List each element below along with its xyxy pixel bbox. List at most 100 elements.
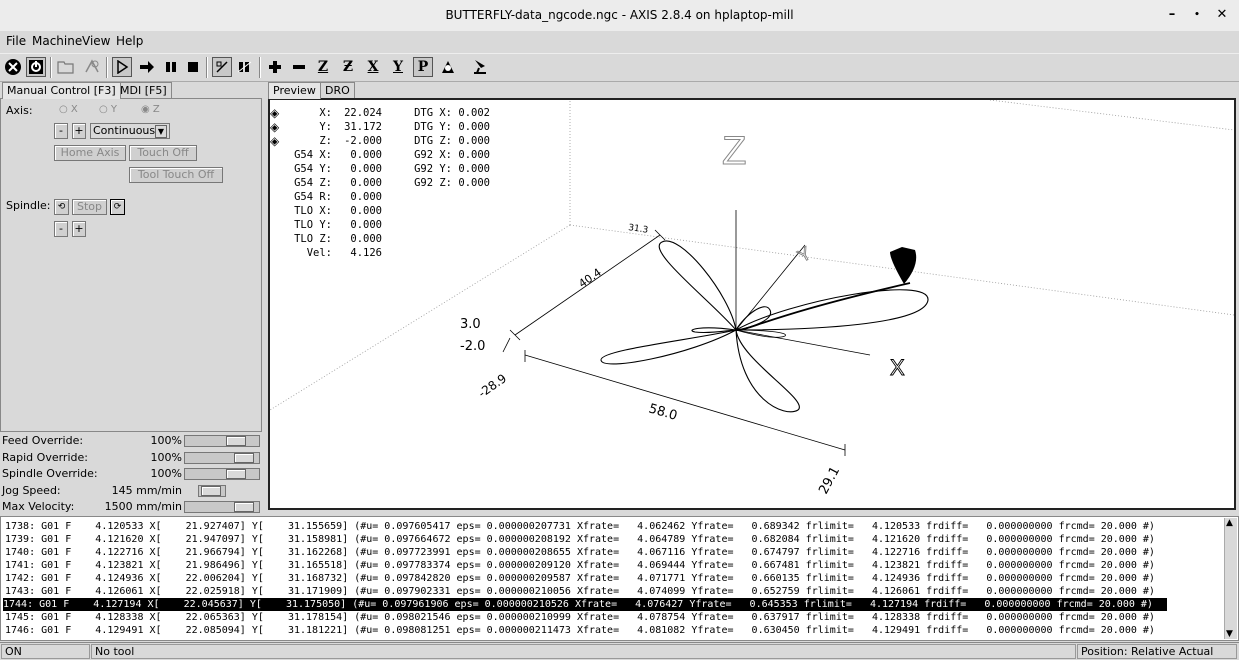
view-x-icon[interactable]: X [363,57,383,77]
slider-handle[interactable] [234,502,254,512]
pause-icon[interactable] [161,57,181,77]
view-z2-icon[interactable]: Ƶ [338,57,358,77]
dro-label: TLO Z: [294,233,332,245]
clear-plot-icon[interactable] [470,57,490,77]
overrides-panel: Feed Override: 100% Rapid Override: 100% Spi… [0,432,265,514]
jog-mode-select[interactable]: Continuous ▼ [90,123,170,139]
axis-x-radio[interactable]: ○ X [59,104,78,115]
machine-status: ON [1,644,90,659]
spindle-ccw-icon[interactable]: ⟲ [54,199,69,215]
override-slider[interactable] [184,468,260,480]
dim-3: 3.0 [460,317,481,332]
right-tab-bar: Preview DRO [266,82,1239,99]
gcode-line[interactable]: 1741: G01 F 4.123821 X[ 21.986496] Y[ 31… [5,559,1220,572]
minimize-button[interactable]: – [1163,6,1181,24]
toolpath-preview[interactable]: Z Y X 31.3 40.4 3.0 -2.0 -28.9 58.0 29.1 [268,98,1236,510]
touch-off-button[interactable]: Touch Off [129,145,197,161]
gcode-listing[interactable]: 1738: G01 F 4.120533 X[ 21.927407] Y[ 31… [0,516,1239,641]
menu-help[interactable]: Help [116,34,143,48]
slider-handle[interactable] [234,452,254,463]
toolbar: Z Ƶ X Y P [0,53,1239,82]
zoom-out-icon[interactable] [289,57,309,77]
tool-touch-off-button[interactable]: Tool Touch Off [129,167,223,183]
jog-minus-button[interactable]: - [54,123,68,139]
spindle-cw-icon[interactable]: ⟳ [110,199,125,215]
tab-dro[interactable]: DRO [320,82,355,99]
window-title-bar[interactable]: BUTTERFLY-data_ngcode.ngc - AXIS 2.8.4 o… [0,0,1239,32]
dro-label: DTG Y: [414,121,452,133]
dro-label: G92 Y: [414,163,452,175]
gcode-line[interactable]: 1740: G01 F 4.122716 X[ 21.966794] Y[ 31… [5,546,1220,559]
dro-value: 0.000 [458,163,490,175]
dro-value: 31.172 [344,121,382,133]
close-button[interactable]: ✕ [1213,6,1231,24]
spindle-plus-button[interactable]: + [72,221,86,237]
optional-stop-icon[interactable] [235,57,255,77]
override-slider[interactable] [184,435,260,447]
gcode-scrollbar[interactable]: ▲ ▼ [1224,518,1237,639]
gcode-line[interactable]: 1743: G01 F 4.126061 X[ 22.025918] Y[ 31… [5,585,1220,598]
dro-value: 0.000 [350,205,382,217]
override-slider[interactable] [184,451,260,464]
spindle-stop-button[interactable]: Stop [72,199,107,215]
gcode-line[interactable]: 1745: G01 F 4.128338 X[ 22.065363] Y[ 31… [5,611,1220,624]
dro-value: 22.024 [344,107,382,119]
view-z-icon[interactable]: Z [313,57,333,77]
gcode-line[interactable]: 1738: G01 F 4.120533 X[ 21.927407] Y[ 31… [5,520,1220,533]
tab-manual-control[interactable]: Manual Control [F3] [2,82,121,99]
dro-row: G54 Y: 0.000 G92 Y: 0.000 [276,162,490,176]
menu-machine[interactable]: Machine [32,34,82,48]
step-icon[interactable] [137,57,157,77]
gcode-line[interactable]: 1742: G01 F 4.124936 X[ 22.006204] Y[ 31… [5,572,1220,585]
slider-handle[interactable] [226,469,246,479]
maximize-button[interactable]: • [1188,6,1206,24]
slider-handle[interactable] [201,485,221,496]
dim-40: 40.4 [576,266,604,291]
dim-31: 31.3 [628,223,649,236]
view-y-icon[interactable]: Y [388,57,408,77]
dro-label: G54 Y: [294,163,332,175]
override-label: Jog Speed: [2,483,61,497]
view-perspective-icon[interactable]: P [413,57,433,77]
tab-preview[interactable]: Preview [268,82,321,99]
run-icon[interactable] [112,57,132,77]
override-slider[interactable] [198,484,226,497]
axis-label: Axis: [6,104,33,117]
menu-view[interactable]: View [82,34,110,48]
slider-handle[interactable] [226,436,246,446]
spindle-minus-button[interactable]: - [54,221,68,237]
stop-icon[interactable] [183,57,203,77]
estop-icon[interactable] [3,57,23,77]
dro-label: TLO X: [294,205,332,217]
dro-label: DTG Z: [414,135,452,147]
override-value: 1500 mm/min [104,500,182,513]
tab-mdi[interactable]: MDI [F5] [115,82,172,99]
override-slider[interactable] [184,501,260,513]
block-delete-icon[interactable] [212,57,232,77]
machine-power-icon[interactable] [26,57,46,77]
dro-label: Vel: [306,247,332,259]
home-axis-button[interactable]: Home Axis [54,145,126,161]
dro-value: 0.000 [458,121,490,133]
axis-y-radio[interactable]: ○ Y [99,104,117,115]
menu-file[interactable]: File [6,34,26,48]
dro-label: Z: [319,135,332,147]
zoom-in-icon[interactable] [265,57,285,77]
dro-value: 0.000 [458,177,490,189]
left-tab-bar: Manual Control [F3] MDI [F5] [0,82,262,99]
reload-icon[interactable] [82,57,102,77]
axis-z-radio[interactable]: ◉ Z [141,104,160,115]
dro-row: G54 R: 0.000 [276,190,490,204]
dro-label: X: [319,107,332,119]
jog-mode-value: Continuous [93,124,156,137]
rotate-view-icon[interactable] [438,57,458,77]
jog-plus-button[interactable]: + [72,123,86,139]
open-file-icon[interactable] [56,57,76,77]
dro-label: TLO Y: [294,219,332,231]
gcode-line[interactable]: 1746: G01 F 4.129491 X[ 22.085094] Y[ 31… [5,624,1220,637]
gcode-line[interactable]: 1739: G01 F 4.121620 X[ 21.947097] Y[ 31… [5,533,1220,546]
gcode-line-current[interactable]: 1744: G01 F 4.127194 X[ 22.045637] Y[ 31… [3,598,1167,611]
position-status: Position: Relative Actual [1077,644,1237,659]
dro-overlay: X: 22.024 DTG X: 0.002 Y: 31.172 DTG Y: 0.000 Z:… [276,106,490,260]
dro-row: Z: -2.000 DTG Z: 0.000 [276,134,490,148]
